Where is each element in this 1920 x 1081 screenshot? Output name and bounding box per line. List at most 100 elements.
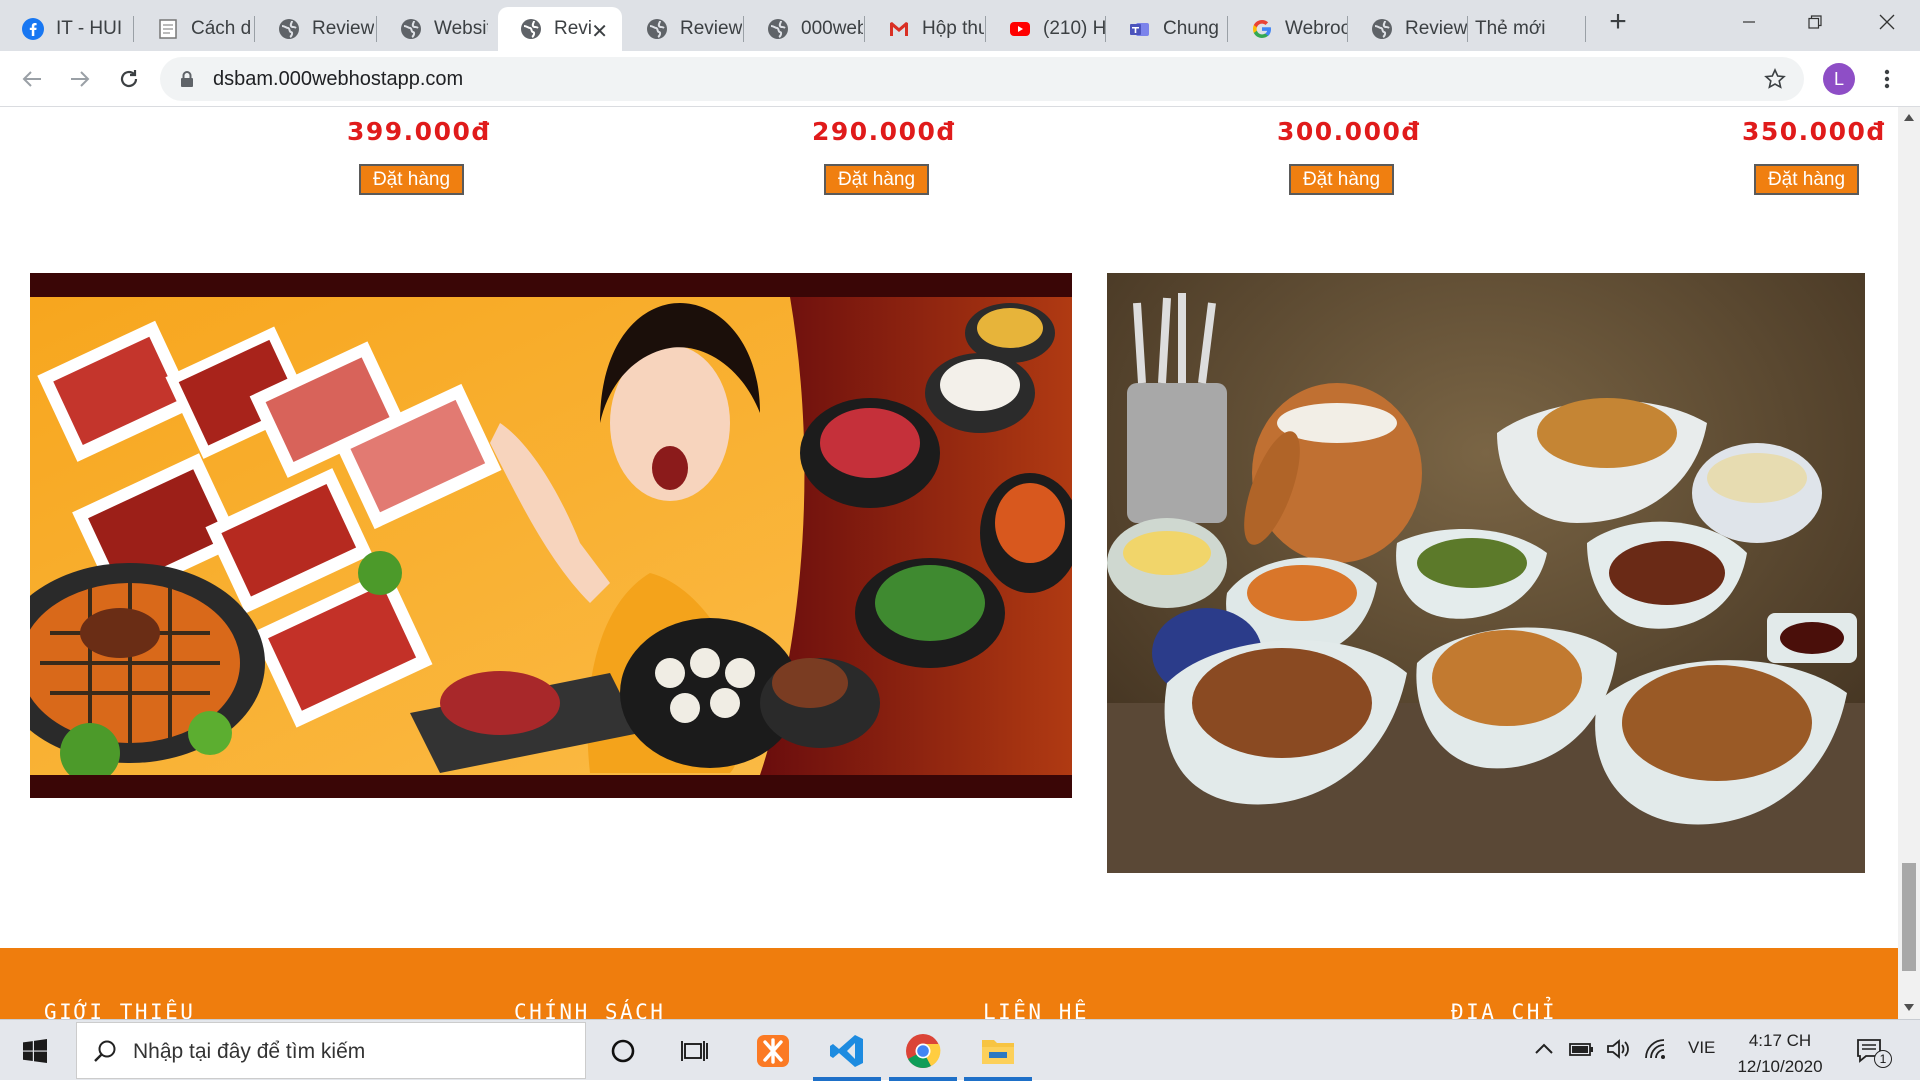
task-view-icon [681, 1040, 708, 1061]
xampp-taskbar-button[interactable] [733, 1020, 813, 1081]
order-button[interactable]: Đặt hàng [359, 164, 464, 195]
order-button[interactable]: Đặt hàng [1289, 164, 1394, 195]
tab-separator [864, 16, 865, 42]
order-button[interactable]: Đặt hàng [1754, 164, 1859, 195]
tab-chung[interactable]: Chung [1107, 7, 1227, 51]
arrow-left-icon [22, 71, 41, 87]
chrome-icon [906, 1033, 941, 1068]
cortana-circle-icon [611, 1039, 635, 1062]
close-window-button[interactable] [1854, 0, 1920, 44]
tab-hop-thu[interactable]: Hộp thư [866, 7, 984, 51]
tab-000web[interactable]: 000web [745, 7, 863, 51]
chevron-up-icon[interactable] [1535, 1042, 1553, 1054]
task-view-button[interactable] [655, 1020, 735, 1081]
reload-icon [120, 70, 138, 88]
youtube-icon [1010, 22, 1030, 36]
xampp-icon [757, 1034, 789, 1067]
teams-icon [1130, 23, 1149, 36]
search-placeholder: Nhập tại đây để tìm kiếm [133, 1040, 366, 1063]
minimize-button[interactable] [1716, 0, 1782, 44]
tab-webroo[interactable]: Webroo [1229, 7, 1347, 51]
google-icon [1253, 20, 1271, 38]
tab-title: Revi [554, 18, 593, 39]
scroll-thumb[interactable] [1902, 863, 1916, 971]
gmail-icon [890, 22, 908, 36]
start-button[interactable] [0, 1020, 70, 1081]
product-price: 290.000đ [812, 117, 956, 146]
address-bar[interactable]: dsbam.000webhostapp.com [160, 57, 1804, 101]
system-clock[interactable]: 4:17 CH 12/10/2020 [1720, 1028, 1840, 1080]
volume-icon[interactable] [1606, 1038, 1630, 1060]
profile-avatar[interactable]: L [1823, 63, 1855, 95]
tab-title: Thẻ mới [1475, 18, 1546, 39]
close-icon [1879, 14, 1895, 30]
minimize-icon [1743, 21, 1755, 23]
taskbar-search[interactable]: Nhập tại đây để tìm kiếm [76, 1022, 586, 1079]
tab-title: IT - HUI [56, 18, 123, 39]
product-price: 399.000đ [347, 117, 491, 146]
tab-separator [376, 16, 377, 42]
footer-heading-policy[interactable]: CHÍNH SÁCH [514, 1000, 665, 1019]
vscode-taskbar-button[interactable] [807, 1020, 887, 1081]
forward-button[interactable] [64, 63, 96, 95]
tab-review-3[interactable]: Review [1349, 7, 1467, 51]
tab-review-1[interactable]: Review [256, 7, 375, 51]
globe-icon [401, 19, 421, 39]
site-footer: GIỚI THIỆU CHÍNH SÁCH LIÊN HỆ ĐỊA CHỈ [0, 948, 1898, 1019]
chrome-taskbar-button[interactable] [883, 1020, 963, 1081]
clock-date: 12/10/2020 [1737, 1057, 1823, 1076]
action-center-button[interactable]: 1 [1840, 1020, 1900, 1081]
tab-title: Webroo [1285, 18, 1347, 39]
scroll-up-icon[interactable] [1904, 113, 1914, 121]
tab-cach-dung[interactable]: Cách dùng [135, 7, 252, 51]
tab-separator [743, 16, 744, 42]
lock-icon [181, 71, 193, 87]
tab-youtube[interactable]: (210) H [987, 7, 1105, 51]
wifi-icon[interactable] [1644, 1038, 1670, 1060]
order-button[interactable]: Đặt hàng [824, 164, 929, 195]
cortana-button[interactable] [583, 1020, 663, 1081]
input-language[interactable]: VIE [1688, 1038, 1715, 1058]
tab-separator [985, 16, 986, 42]
battery-icon[interactable] [1568, 1038, 1594, 1060]
back-button[interactable] [16, 63, 48, 95]
product-price: 300.000đ [1277, 117, 1421, 146]
search-icon [94, 1040, 116, 1062]
tab-review-2[interactable]: Review [624, 7, 742, 51]
browser-tab-strip: IT - HUI Cách dùng Review Website Revi ✕… [0, 0, 1920, 51]
clock-time: 4:17 CH [1748, 1031, 1812, 1050]
new-tab-button[interactable]: + [1590, 0, 1646, 44]
tab-review-active[interactable]: Revi ✕ [498, 7, 622, 51]
star-icon[interactable] [1764, 68, 1786, 90]
tab-website[interactable]: Website [378, 7, 488, 51]
url-text[interactable]: dsbam.000webhostapp.com [213, 68, 463, 91]
footer-heading-contact[interactable]: LIÊN HỆ [983, 1000, 1089, 1019]
folder-icon [982, 1039, 1014, 1064]
footer-heading-address[interactable]: ĐỊA CHỈ [1451, 1000, 1557, 1019]
globe-icon [1372, 19, 1392, 39]
file-explorer-taskbar-button[interactable] [958, 1020, 1038, 1081]
facebook-icon [22, 18, 44, 40]
globe-icon [279, 19, 299, 39]
globe-icon [647, 19, 667, 39]
tab-it-hui[interactable]: IT - HUI [0, 7, 130, 51]
scroll-down-icon[interactable] [1904, 1004, 1914, 1012]
tab-new-tab[interactable]: Thẻ mới [1469, 7, 1587, 51]
page-scrollbar[interactable] [1898, 107, 1920, 1019]
reload-button[interactable] [113, 63, 145, 95]
tab-title: Review [680, 18, 742, 39]
restore-button[interactable] [1782, 0, 1848, 44]
close-tab-icon[interactable]: ✕ [591, 19, 608, 44]
footer-heading-about[interactable]: GIỚI THIỆU [44, 1000, 195, 1019]
tab-title: (210) H [1043, 18, 1105, 39]
browser-toolbar: dsbam.000webhostapp.com L [0, 51, 1920, 107]
tab-title: Review [312, 18, 375, 39]
bbq-banner-illustration [30, 273, 1072, 798]
arrow-right-icon [71, 71, 90, 87]
tab-title: 000web [801, 18, 863, 39]
vietnamese-food-photo [1107, 273, 1865, 873]
browser-menu-button[interactable] [1871, 63, 1903, 95]
tab-separator [1467, 16, 1468, 42]
windows-taskbar: Nhập tại đây để tìm kiếm VIE 4:17 CH 12/… [0, 1019, 1920, 1081]
tab-title: Website [434, 18, 488, 39]
